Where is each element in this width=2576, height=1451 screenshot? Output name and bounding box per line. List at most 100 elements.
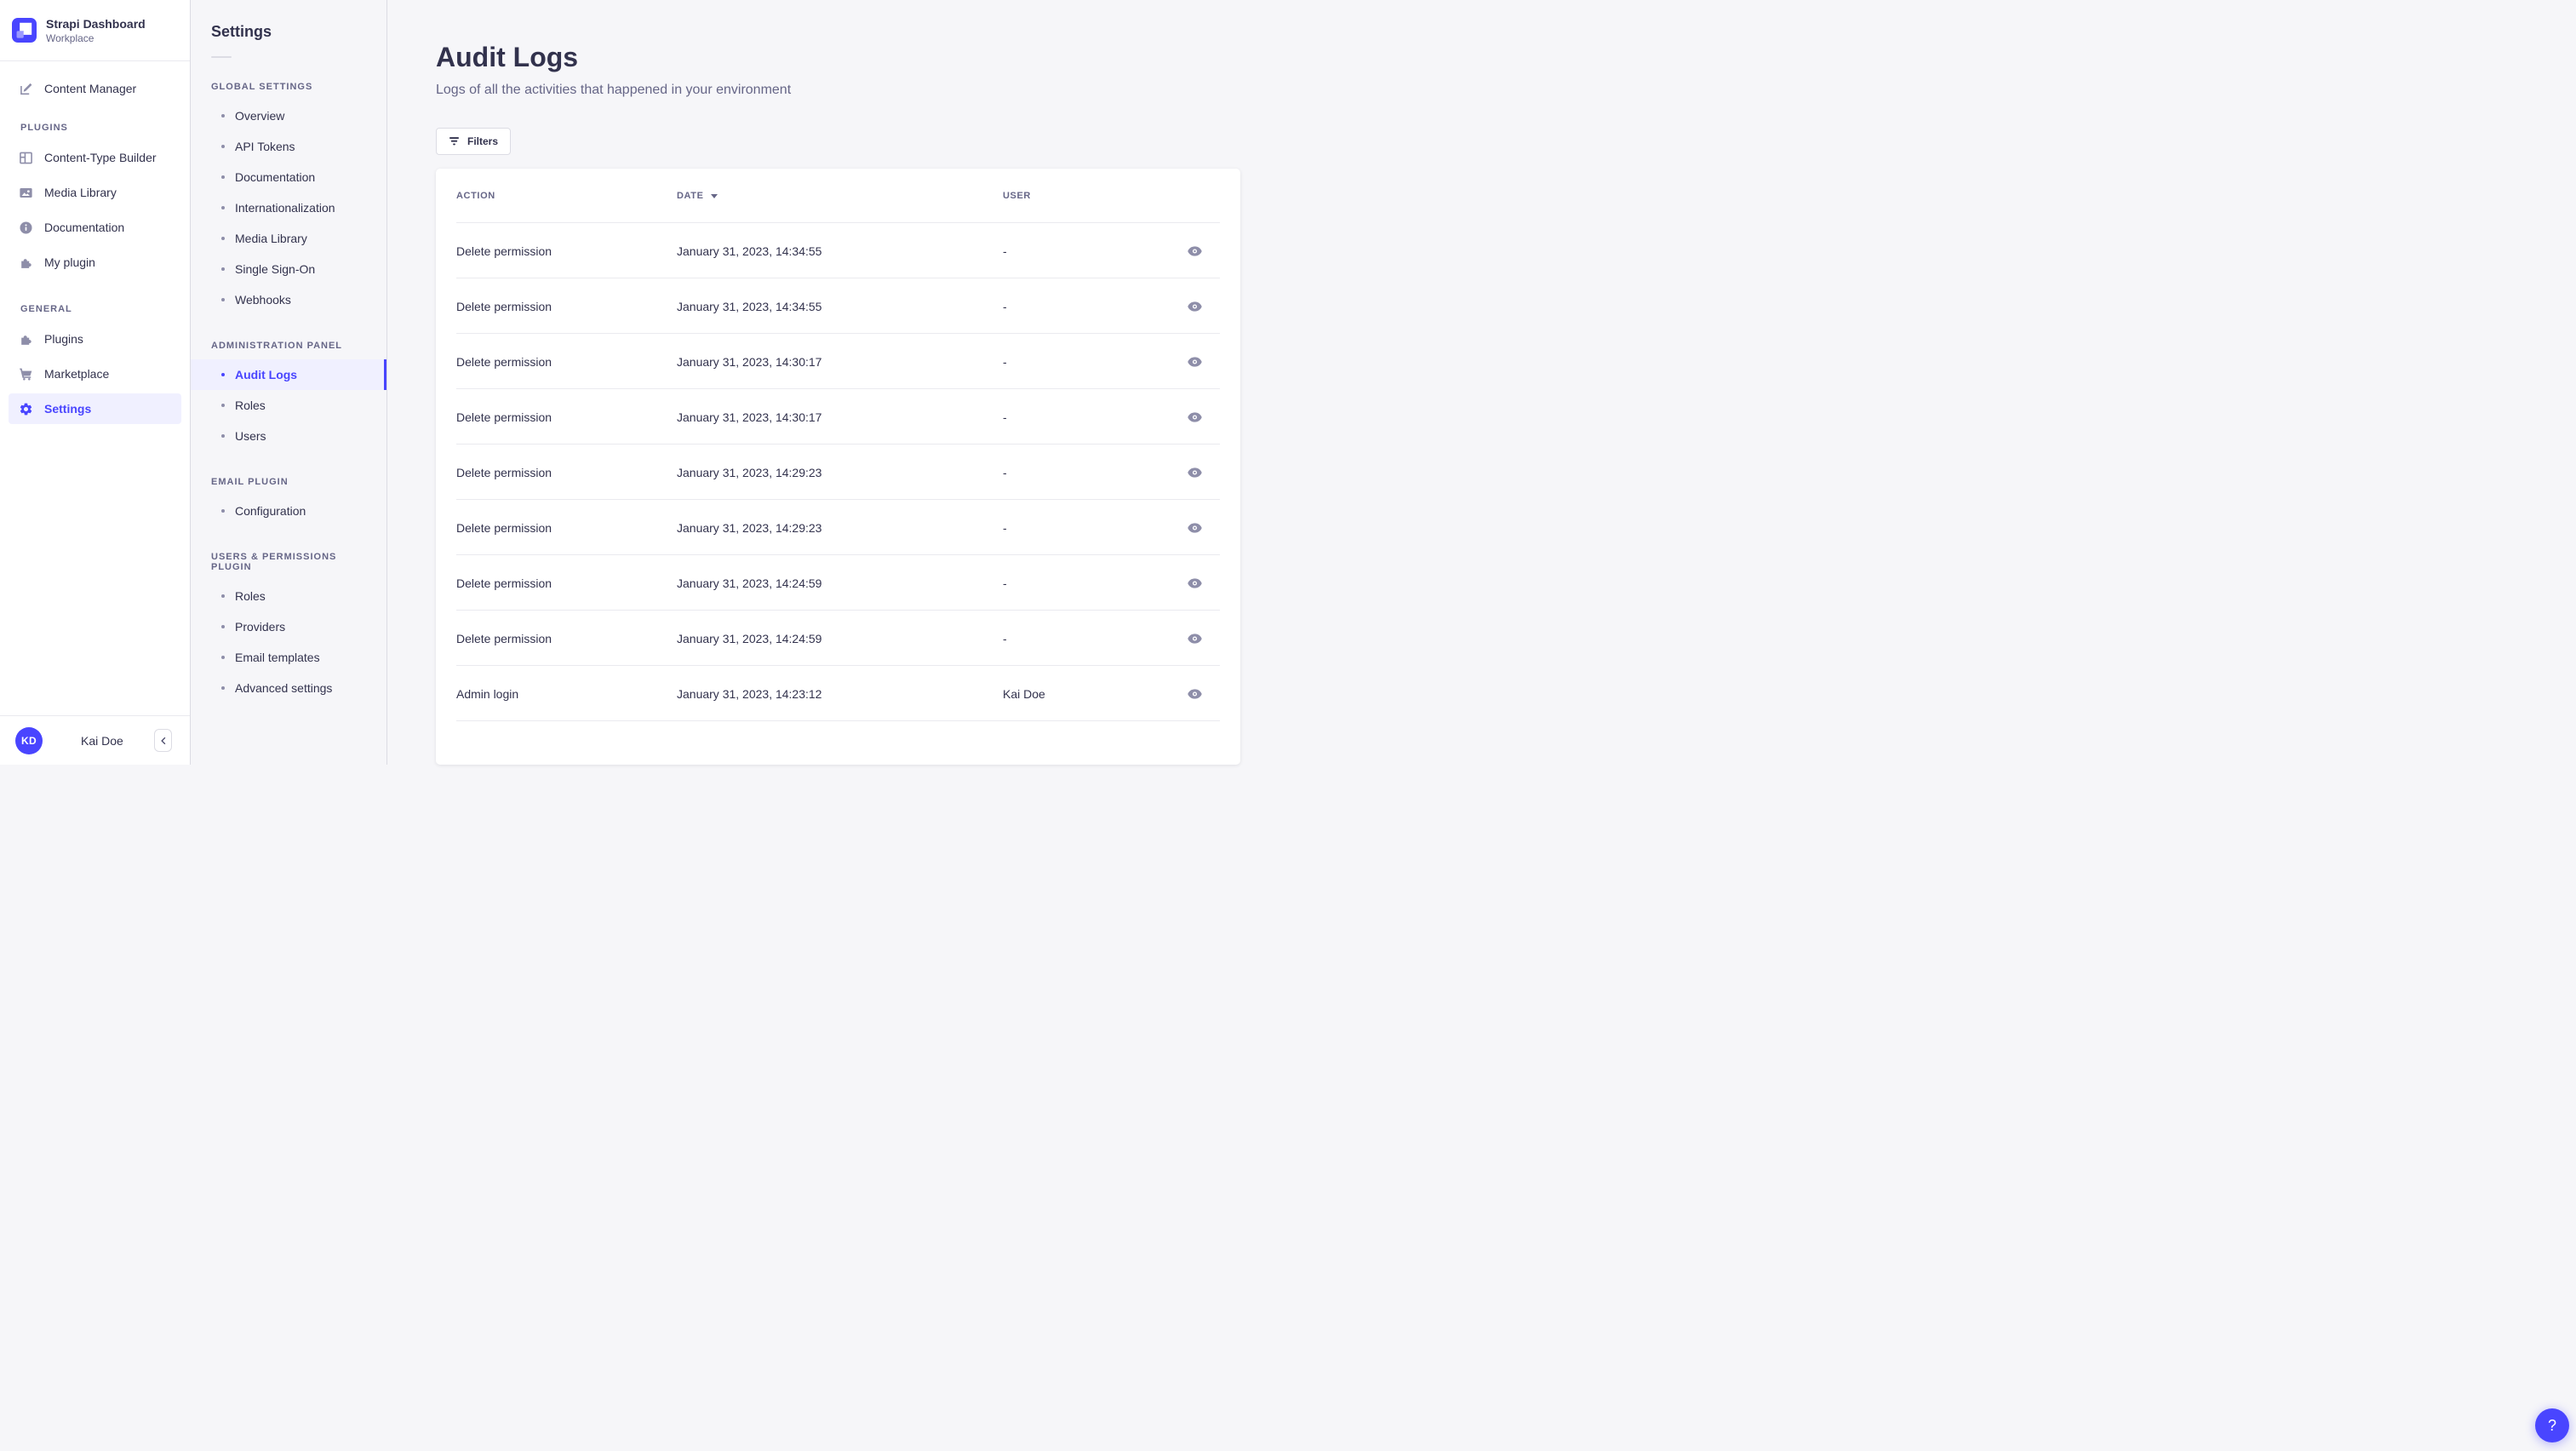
subnav-item-roles-admin[interactable]: Roles (191, 390, 386, 421)
sidebar-item-settings[interactable]: Settings (9, 393, 181, 424)
subnav-item-label: Providers (235, 620, 286, 634)
bullet-icon (221, 656, 225, 659)
subnav-item-email-templates[interactable]: Email templates (191, 642, 386, 673)
table-row[interactable]: Delete permission January 31, 2023, 14:2… (436, 611, 1240, 666)
view-details-button[interactable] (1181, 293, 1208, 320)
table-row[interactable]: Delete permission January 31, 2023, 14:3… (436, 334, 1240, 389)
sidebar-item-label: Settings (44, 402, 92, 416)
filters-button[interactable]: Filters (436, 128, 512, 155)
cell-date: January 31, 2023, 14:29:23 (677, 465, 822, 479)
view-details-button[interactable] (1181, 348, 1208, 376)
bullet-icon (221, 434, 225, 438)
table-row[interactable]: Delete permission January 31, 2023, 14:3… (436, 223, 1240, 278)
audit-logs-table: ACTION DATE USER Delete permission Janua… (436, 169, 1240, 765)
column-header-action[interactable]: ACTION (456, 191, 677, 201)
sidebar-item-label: Content-Type Builder (44, 151, 157, 164)
subnav-item-internationalization[interactable]: Internationalization (191, 192, 386, 223)
view-details-button[interactable] (1181, 680, 1208, 708)
subnav-item-label: Email templates (235, 651, 320, 664)
sidebar-item-plugins[interactable]: Plugins (0, 324, 190, 354)
sidebar-nav: Content Manager PLUGINS Content-Type Bui… (0, 61, 190, 424)
subnav-item-documentation[interactable]: Documentation (191, 162, 386, 192)
puzzle-icon (19, 255, 33, 270)
avatar[interactable]: KD (15, 726, 43, 754)
sidebar-item-label: Documentation (44, 221, 125, 234)
title-divider (211, 56, 232, 58)
table-row[interactable]: Delete permission January 31, 2023, 14:2… (436, 500, 1240, 555)
view-details-button[interactable] (1181, 625, 1208, 652)
cell-user: Kai Doe (1003, 686, 1045, 701)
cell-user: - (1003, 354, 1007, 369)
subnav-item-label: Advanced settings (235, 681, 333, 695)
bullet-icon (221, 267, 225, 271)
table-row[interactable]: Admin login January 31, 2023, 14:23:12 K… (436, 666, 1240, 721)
subnav-item-providers[interactable]: Providers (191, 611, 386, 642)
cell-date: January 31, 2023, 14:29:23 (677, 520, 822, 535)
eye-icon (1187, 467, 1202, 478)
strapi-logo-icon (12, 18, 37, 43)
subnav-item-single-sign-on[interactable]: Single Sign-On (191, 254, 386, 284)
bullet-icon (221, 237, 225, 240)
table-row[interactable]: Delete permission January 31, 2023, 14:2… (436, 444, 1240, 500)
subnav-item-label: Overview (235, 109, 285, 123)
bullet-icon (221, 175, 225, 179)
column-header-date-label: DATE (677, 191, 704, 201)
sidebar-item-content-type-builder[interactable]: Content-Type Builder (0, 142, 190, 173)
view-details-button[interactable] (1181, 459, 1208, 486)
table-row[interactable]: Delete permission January 31, 2023, 14:3… (436, 389, 1240, 444)
view-details-button[interactable] (1181, 570, 1208, 597)
subnav-item-label: Configuration (235, 504, 306, 518)
bullet-icon (221, 145, 225, 148)
column-header-date[interactable]: DATE (677, 191, 1003, 201)
cell-date: January 31, 2023, 14:23:12 (677, 686, 822, 701)
bullet-icon (221, 206, 225, 209)
view-details-button[interactable] (1181, 238, 1208, 265)
sidebar-item-my-plugin[interactable]: My plugin (0, 247, 190, 278)
sidebar-item-media-library[interactable]: Media Library (0, 177, 190, 208)
cell-action: Delete permission (456, 299, 552, 313)
subnav-item-configuration[interactable]: Configuration (191, 496, 386, 526)
subnav-item-label: Users (235, 429, 266, 443)
cell-action: Delete permission (456, 410, 552, 424)
help-button[interactable]: ? (2535, 1408, 2569, 1442)
cell-user: - (1003, 631, 1007, 645)
sidebar-item-label: My plugin (44, 255, 95, 269)
cell-action: Admin login (456, 686, 519, 701)
subnav-item-audit-logs[interactable]: Audit Logs (191, 359, 386, 390)
sidebar-item-documentation[interactable]: Documentation (0, 212, 190, 243)
eye-icon (1187, 577, 1202, 588)
table-header: ACTION DATE USER (436, 169, 1240, 223)
sidebar-item-content-manager[interactable]: Content Manager (0, 73, 190, 104)
cell-action: Delete permission (456, 631, 552, 645)
bullet-icon (221, 509, 225, 513)
subnav-section-label-administration-panel: ADMINISTRATION PANEL (211, 341, 343, 351)
content-type-builder-icon (19, 151, 33, 165)
subnav-item-label: Single Sign-On (235, 262, 316, 276)
cell-user: - (1003, 299, 1007, 313)
subnav-item-overview[interactable]: Overview (191, 100, 386, 131)
bullet-icon (221, 298, 225, 301)
cell-action: Delete permission (456, 576, 552, 590)
cell-user: - (1003, 465, 1007, 479)
column-header-user[interactable]: USER (1003, 191, 1169, 201)
cell-date: January 31, 2023, 14:30:17 (677, 410, 822, 424)
sidebar-item-label: Content Manager (44, 82, 137, 95)
brand-home-link[interactable]: Strapi Dashboard Workplace (0, 0, 190, 61)
table-row[interactable]: Delete permission January 31, 2023, 14:2… (436, 555, 1240, 611)
subnav-item-api-tokens[interactable]: API Tokens (191, 131, 386, 162)
subnav-item-roles-up[interactable]: Roles (191, 581, 386, 611)
cell-action: Delete permission (456, 354, 552, 369)
subnav-item-media-library[interactable]: Media Library (191, 223, 386, 254)
table-row[interactable]: Delete permission January 31, 2023, 14:3… (436, 278, 1240, 334)
brand-subtitle: Workplace (46, 32, 94, 44)
subnav-item-advanced-settings[interactable]: Advanced settings (191, 673, 386, 703)
subnav-item-webhooks[interactable]: Webhooks (191, 284, 386, 315)
collapse-sidebar-button[interactable] (154, 729, 172, 752)
bullet-icon (221, 373, 225, 376)
view-details-button[interactable] (1181, 514, 1208, 542)
sidebar-item-marketplace[interactable]: Marketplace (0, 358, 190, 389)
subnav-item-users[interactable]: Users (191, 421, 386, 451)
content-manager-icon (19, 82, 33, 96)
cell-action: Delete permission (456, 465, 552, 479)
view-details-button[interactable] (1181, 404, 1208, 431)
